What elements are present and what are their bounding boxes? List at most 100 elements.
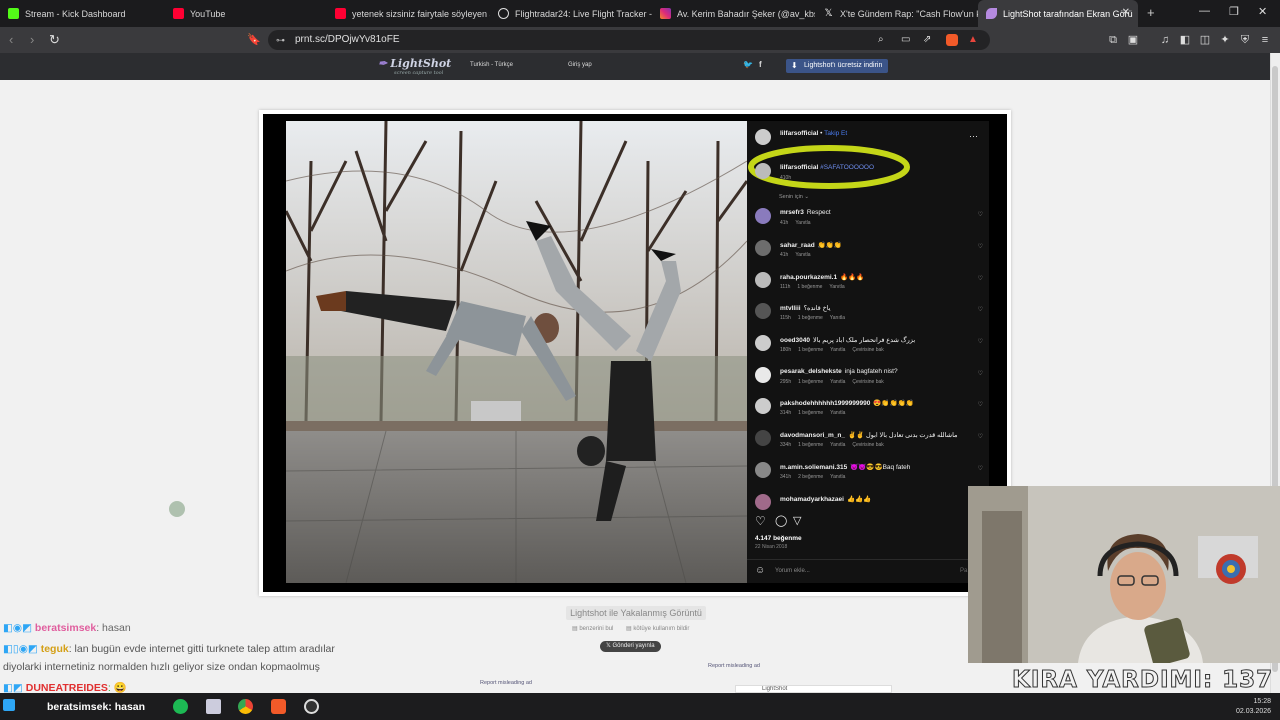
caption-user[interactable]: lilfarsofficial [780, 164, 818, 171]
post-photo[interactable] [286, 121, 747, 583]
comment-meta-item[interactable]: 1 beğenme [798, 347, 823, 353]
find-similar-link[interactable]: ▤ benzerini bul [572, 625, 613, 632]
avatar[interactable] [755, 163, 771, 179]
avatar[interactable] [755, 208, 771, 224]
reply-link[interactable]: Yanıtla [830, 442, 845, 448]
reply-link[interactable]: Yanıtla [795, 220, 810, 226]
avatar[interactable] [755, 398, 771, 414]
avatar[interactable] [755, 272, 771, 288]
extensions-icon[interactable]: ⧉ [1106, 33, 1120, 47]
comment-user[interactable]: sahar_raad [780, 242, 815, 249]
reply-link[interactable]: Yanıtla [830, 379, 845, 385]
comment-user[interactable]: ooed3040 [780, 337, 810, 344]
wallet-icon[interactable]: ▣ [1126, 33, 1140, 47]
report-ad-link[interactable]: Report misleading ad [708, 663, 760, 669]
comment-user[interactable]: mtvlliii [780, 305, 801, 312]
post-button[interactable]: Pa [960, 568, 967, 574]
menu-icon[interactable]: ≡ [1258, 33, 1272, 47]
comment-meta-item[interactable]: 1 beğenme [798, 315, 823, 321]
reply-link[interactable]: Yanıtla [830, 474, 845, 480]
url-field[interactable]: ⊶ prnt.sc/DPOjwYv81oFE ⌕ ▭ ⇗ ▲ [268, 30, 990, 50]
calculator-icon[interactable] [206, 699, 221, 714]
avatar[interactable] [755, 303, 771, 319]
tab-x[interactable]: 𝕏 X'te Gündem Rap: "Cash Flow'un kü [815, 0, 978, 27]
like-icon[interactable]: ♡ [755, 514, 766, 528]
comment-user[interactable]: pakshodehhhhhh1999999990 [780, 400, 870, 407]
publish-button[interactable]: 𝕏 Gönderi yayınla [600, 641, 661, 652]
post-author[interactable]: lilfarsofficial [780, 130, 818, 137]
sort-selector[interactable]: Senin için ⌄ [779, 194, 809, 200]
translate-link[interactable]: Çevirisine bak [852, 379, 883, 385]
avatar[interactable] [755, 240, 771, 256]
comment-meta-item[interactable]: 1 beğenme [798, 442, 823, 448]
tab-youtube[interactable]: YouTube [165, 0, 327, 27]
comment-like-icon[interactable]: ♡ [978, 465, 983, 472]
reply-link[interactable]: Yanıtla [829, 284, 844, 290]
comment-like-icon[interactable]: ♡ [978, 306, 983, 313]
comment-user[interactable]: mrsefr3 [780, 209, 804, 216]
add-comment-input[interactable]: Yorum ekle... [775, 568, 810, 574]
comment-like-icon[interactable]: ♡ [978, 275, 983, 282]
lightshot-logo[interactable]: ✒ LightShot screen capture tool [378, 57, 451, 76]
avatar[interactable] [755, 129, 771, 145]
ad-banner[interactable]: LightShot [735, 685, 892, 693]
comment-meta-item[interactable]: 2 beğenme [798, 474, 823, 480]
comment-like-icon[interactable]: ♡ [978, 370, 983, 377]
spotify-icon[interactable] [173, 699, 188, 714]
share-icon[interactable]: ▽ [793, 514, 801, 527]
tab-youtube-video[interactable]: yetenek sizsiniz fairytale söyleyen ad [327, 0, 490, 27]
screenshot-icon[interactable]: ▭ [901, 30, 910, 50]
tab-kick[interactable]: Stream - Kick Dashboard [0, 0, 165, 27]
translate-link[interactable]: Çevirisine bak [852, 442, 883, 448]
tab-flightradar[interactable]: Flightradar24: Live Flight Tracker - Re [490, 0, 652, 27]
close-tab-icon[interactable]: ✕ [1122, 7, 1130, 18]
report-ad-link[interactable]: Report misleading ad [480, 680, 532, 686]
reply-link[interactable]: Yanıtla [830, 410, 845, 416]
comment-user[interactable]: davodmansori_m_n_ [780, 432, 845, 439]
bookmark-icon[interactable]: 🔖 [247, 33, 261, 47]
reload-icon[interactable]: ↻ [49, 32, 60, 48]
tab-lightshot-active[interactable]: LightShot tarafından Ekran Görü ✕ [978, 0, 1138, 27]
avatar[interactable] [755, 430, 771, 446]
reply-link[interactable]: Yanıtla [795, 252, 810, 258]
comment-user[interactable]: raha.pourkazemi.1 [780, 274, 837, 281]
comment-meta-item[interactable]: 1 beğenme [797, 284, 822, 290]
zoom-search-icon[interactable]: ⌕ [878, 30, 884, 50]
system-clock[interactable]: 15:28 02.03.2026 [1236, 697, 1271, 717]
minimize-icon[interactable]: — [1199, 5, 1210, 17]
brave-rewards-icon[interactable]: ▲ [968, 30, 978, 50]
sidebar-icon[interactable]: ◧ [1178, 33, 1192, 47]
twitter-icon[interactable]: 🐦 [743, 60, 753, 69]
download-button[interactable]: ⬇ Lightshot'ı ücretsiz indirin [786, 59, 889, 73]
avatar[interactable] [755, 462, 771, 478]
comment-icon[interactable]: ◯ [775, 514, 787, 527]
comment-user[interactable]: mohamadyarkhazaei [780, 496, 844, 503]
tab-instagram[interactable]: Av. Kerim Bahadır Şeker (@av_kbs) • [652, 0, 815, 27]
new-tab-icon[interactable]: + [1147, 5, 1155, 20]
facebook-icon[interactable]: f [759, 60, 762, 69]
avatar[interactable] [755, 494, 771, 510]
brave-icon[interactable] [271, 699, 286, 714]
report-abuse-link[interactable]: ▤ kötüye kullanım bildir [626, 625, 689, 632]
avatar[interactable] [755, 367, 771, 383]
avatar[interactable] [755, 335, 771, 351]
more-options-icon[interactable]: ⋯ [969, 131, 978, 142]
reply-link[interactable]: Yanıtla [830, 315, 845, 321]
brave-shields-icon[interactable] [946, 34, 958, 46]
comment-like-icon[interactable]: ♡ [978, 401, 983, 408]
emoji-icon[interactable]: ☺ [755, 565, 765, 576]
obs-icon[interactable] [304, 699, 319, 714]
leo-ai-icon[interactable]: ✦ [1218, 33, 1232, 47]
likes-count[interactable]: 4.147 beğenme [755, 535, 802, 542]
crypto-wallet-icon[interactable]: ◫ [1198, 33, 1212, 47]
comment-like-icon[interactable]: ♡ [978, 338, 983, 345]
reply-link[interactable]: Yanıtla [830, 347, 845, 353]
share-icon[interactable]: ⇗ [923, 30, 931, 50]
restore-icon[interactable]: ❐ [1229, 5, 1239, 18]
comment-like-icon[interactable]: ♡ [978, 211, 983, 218]
comment-like-icon[interactable]: ♡ [978, 243, 983, 250]
caption-tag[interactable]: #SAFATOOOOOO [820, 164, 874, 171]
login-link[interactable]: Giriş yap [568, 62, 592, 68]
vpn-icon[interactable]: ⛨ [1238, 33, 1252, 47]
comment-user[interactable]: pesarak_delshekste [780, 368, 842, 375]
